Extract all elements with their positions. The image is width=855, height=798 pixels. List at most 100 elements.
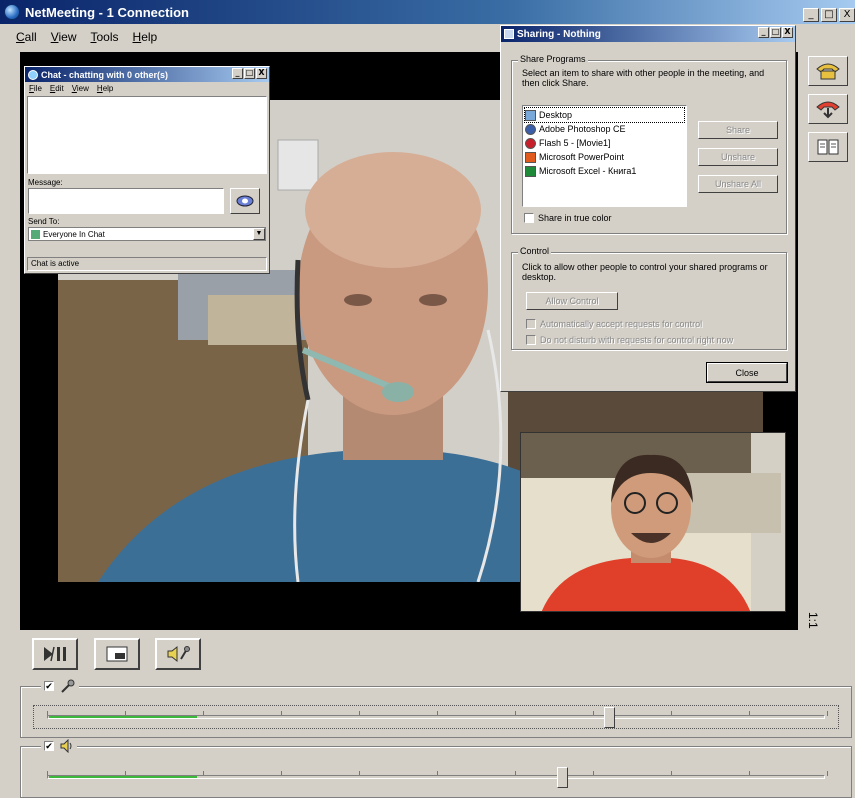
menu-bar: Call View Tools Help bbox=[0, 27, 157, 47]
end-call-button[interactable] bbox=[808, 94, 848, 124]
program-label: Microsoft Excel - Книга1 bbox=[539, 166, 637, 176]
program-item-photoshop[interactable]: Adobe Photoshop CE bbox=[525, 122, 684, 136]
program-item-flash[interactable]: Flash 5 - [Movie1] bbox=[525, 136, 684, 150]
desktop-icon bbox=[525, 109, 536, 121]
minimize-button[interactable]: _ bbox=[803, 8, 819, 22]
netmeeting-app-icon bbox=[4, 4, 20, 20]
chat-menu-help[interactable]: Help bbox=[97, 84, 113, 93]
menu-tools[interactable]: Tools bbox=[91, 30, 119, 44]
control-legend: Control bbox=[518, 246, 552, 256]
unshare-all-button[interactable]: Unshare All bbox=[698, 175, 778, 193]
control-group: Control Click to allow other people to c… bbox=[511, 246, 787, 350]
picture-in-picture-button[interactable] bbox=[94, 638, 140, 670]
auto-accept-label: Automatically accept requests for contro… bbox=[540, 319, 703, 329]
speaker-legend: ✔ bbox=[41, 739, 77, 753]
program-label: Adobe Photoshop CE bbox=[539, 124, 626, 134]
sharing-close-button[interactable]: X bbox=[782, 27, 793, 38]
program-label: Microsoft PowerPoint bbox=[539, 152, 625, 162]
close-sharing-button[interactable]: Close bbox=[706, 362, 788, 383]
main-caption-buttons: _ □ X bbox=[803, 8, 855, 22]
true-color-checkbox[interactable] bbox=[524, 213, 534, 223]
do-not-disturb-row: Do not disturb with requests for control… bbox=[526, 335, 733, 345]
menu-help[interactable]: Help bbox=[133, 30, 158, 44]
chat-icon bbox=[28, 69, 38, 80]
address-book-button[interactable] bbox=[808, 132, 848, 162]
sharing-minimize-button[interactable]: _ bbox=[758, 27, 769, 38]
speaker-slider-track bbox=[47, 775, 825, 779]
sharing-title-bar: Sharing - Nothing _ □ X bbox=[501, 26, 795, 42]
do-not-disturb-checkbox[interactable] bbox=[526, 335, 536, 345]
send-icon bbox=[236, 195, 254, 207]
program-list[interactable]: Desktop Adobe Photoshop CE Flash 5 - [Mo… bbox=[522, 105, 687, 207]
maximize-button[interactable]: □ bbox=[821, 8, 837, 22]
chat-menu-file[interactable]: File bbox=[29, 84, 42, 93]
mic-tick bbox=[827, 711, 828, 716]
chat-minimize-button[interactable]: _ bbox=[232, 68, 243, 79]
do-not-disturb-label: Do not disturb with requests for control… bbox=[540, 335, 734, 345]
chat-history[interactable] bbox=[27, 96, 267, 174]
unshare-button[interactable]: Unshare bbox=[698, 148, 778, 166]
spk-tick bbox=[827, 771, 828, 776]
send-to-label: Send To: bbox=[28, 217, 60, 226]
true-color-row: Share in true color bbox=[524, 213, 612, 223]
share-programs-legend: Share Programs bbox=[518, 54, 588, 64]
sharing-maximize-button[interactable]: □ bbox=[770, 27, 781, 38]
send-message-button[interactable] bbox=[230, 188, 260, 214]
chat-menu-view[interactable]: View bbox=[72, 84, 89, 93]
chat-close-button[interactable]: X bbox=[256, 68, 267, 79]
microphone-checkbox[interactable]: ✔ bbox=[44, 681, 54, 691]
auto-accept-row: Automatically accept requests for contro… bbox=[526, 319, 702, 329]
message-row bbox=[25, 188, 269, 214]
send-to-select[interactable]: Everyone In Chat ▼ bbox=[28, 227, 266, 241]
close-button[interactable]: X bbox=[839, 8, 855, 22]
video-scale-label: 1:1 bbox=[806, 612, 820, 629]
program-item-excel[interactable]: Microsoft Excel - Книга1 bbox=[525, 164, 684, 178]
microphone-slider-track bbox=[47, 715, 825, 719]
message-input[interactable] bbox=[28, 188, 224, 214]
sharing-icon bbox=[504, 29, 514, 39]
photoshop-icon bbox=[525, 123, 536, 135]
speaker-checkbox[interactable]: ✔ bbox=[44, 741, 54, 751]
speaker-mic-icon bbox=[167, 645, 190, 663]
chat-menu-edit[interactable]: Edit bbox=[50, 84, 64, 93]
share-button[interactable]: Share bbox=[698, 121, 778, 139]
menu-view[interactable]: View bbox=[51, 30, 77, 44]
chat-status-bar: Chat is active bbox=[27, 257, 267, 271]
chat-title: Chat - chatting with 0 other(s) bbox=[41, 69, 168, 80]
book-icon bbox=[817, 139, 839, 155]
true-color-label: Share in true color bbox=[538, 213, 612, 223]
speaker-volume-slider[interactable] bbox=[557, 767, 568, 788]
chat-maximize-button[interactable]: □ bbox=[244, 68, 255, 79]
microphone-volume-slider[interactable] bbox=[604, 707, 615, 728]
adjust-audio-button[interactable] bbox=[155, 638, 201, 670]
local-video[interactable] bbox=[520, 432, 786, 612]
main-title-bar: NetMeeting - 1 Connection bbox=[0, 0, 855, 24]
hang-up-icon bbox=[816, 101, 840, 119]
menu-call[interactable]: Call bbox=[16, 30, 37, 44]
program-label: Flash 5 - [Movie1] bbox=[539, 138, 611, 148]
program-label: Desktop bbox=[539, 110, 573, 120]
chevron-down-icon[interactable]: ▼ bbox=[253, 228, 265, 240]
picture-in-picture-icon bbox=[106, 646, 128, 662]
chat-menu-bar: File Edit View Help bbox=[25, 82, 269, 95]
place-call-button[interactable] bbox=[808, 56, 848, 86]
auto-accept-checkbox[interactable] bbox=[526, 319, 536, 329]
speaker-group: ✔ bbox=[20, 739, 852, 798]
program-item-desktop[interactable]: Desktop bbox=[524, 107, 685, 123]
play-pause-button[interactable] bbox=[32, 638, 78, 670]
main-window-title: NetMeeting - 1 Connection bbox=[25, 4, 189, 20]
message-label: Message: bbox=[28, 178, 63, 187]
sharing-window: Sharing - Nothing _ □ X Share Programs S… bbox=[500, 25, 796, 392]
chat-window: Chat - chatting with 0 other(s) _ □ X Fi… bbox=[24, 66, 270, 274]
share-instructions: Select an item to share with other peopl… bbox=[522, 68, 765, 88]
phone-icon bbox=[816, 63, 840, 80]
powerpoint-icon bbox=[525, 151, 536, 163]
speaker-icon bbox=[60, 739, 72, 753]
sharing-title: Sharing - Nothing bbox=[517, 28, 601, 40]
control-text: Click to allow other people to control y… bbox=[522, 262, 768, 282]
flash-icon bbox=[525, 137, 536, 149]
allow-control-button[interactable]: Allow Control bbox=[526, 292, 618, 310]
program-item-powerpoint[interactable]: Microsoft PowerPoint bbox=[525, 150, 684, 164]
local-video-image bbox=[521, 433, 785, 611]
people-icon bbox=[31, 229, 40, 239]
